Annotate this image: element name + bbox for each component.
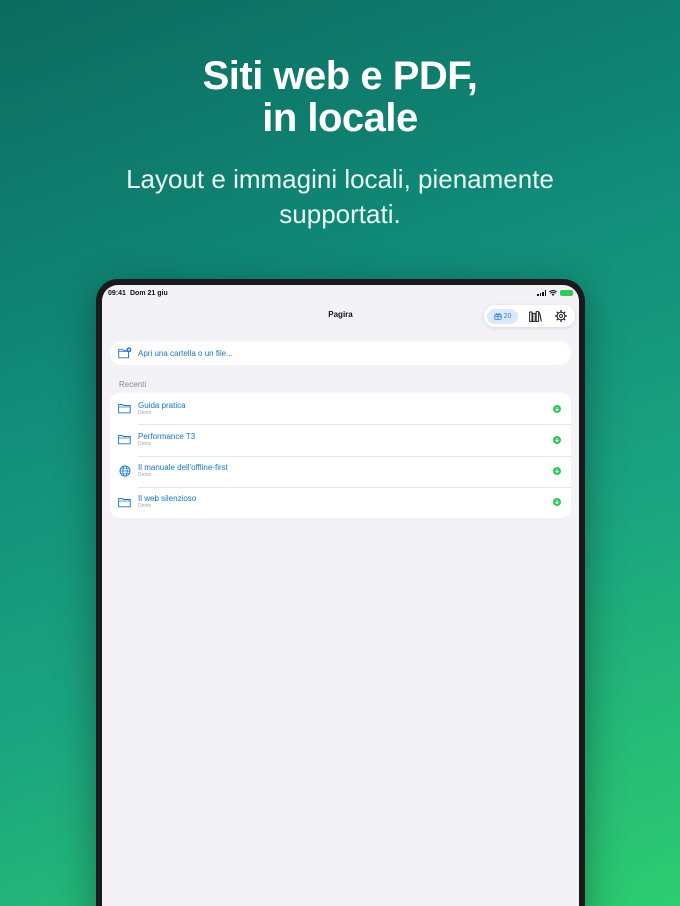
- hero-title-line-1: Siti web e PDF,: [202, 54, 478, 98]
- item-subtitle: Demo: [138, 503, 152, 510]
- hero-title-line-2: in locale: [262, 96, 418, 140]
- downloaded-icon: [553, 435, 561, 444]
- status-time: 09:41: [108, 290, 126, 297]
- hero-subtitle-line-2: supportati.: [279, 199, 401, 229]
- hero-title: Siti web e PDF, in locale: [0, 55, 680, 139]
- folder-icon: [118, 497, 131, 508]
- downloaded-icon: [553, 404, 561, 413]
- recents-section-label: Recenti: [119, 380, 147, 389]
- downloaded-icon: [553, 467, 561, 476]
- folder-icon: [118, 434, 131, 445]
- open-row-label: Apri una cartella o un file...: [138, 348, 233, 358]
- status-date: Dom 21 giu: [130, 290, 168, 297]
- downloaded-icon: [553, 498, 561, 507]
- item-subtitle: Demo: [138, 472, 152, 479]
- toolbar-actions: 20: [484, 305, 575, 327]
- item-title: Performance T3: [138, 431, 196, 441]
- item-title: Guida pratica: [138, 400, 186, 410]
- list-item[interactable]: Performance T3 Demo: [110, 424, 571, 455]
- item-subtitle: Demo: [138, 409, 152, 416]
- app-screen: 09:41 Dom 21 giu Pagira 20 Apri una cart…: [102, 285, 579, 906]
- hero-subtitle: Layout e immagini locali, pienamente sup…: [0, 162, 680, 232]
- open-folder-or-file-button[interactable]: Apri una cartella o un file...: [110, 341, 571, 365]
- globe-icon: [118, 465, 131, 477]
- navigation-bar: Pagira 20: [102, 301, 579, 335]
- library-button[interactable]: [526, 307, 544, 325]
- status-indicators: [537, 290, 573, 296]
- status-bar: 09:41 Dom 21 giu: [102, 287, 579, 301]
- list-item[interactable]: Il manuale dell'offline-first Demo: [110, 455, 571, 487]
- battery-icon: [560, 290, 573, 296]
- folder-icon: [118, 403, 131, 414]
- wifi-icon: [549, 290, 557, 296]
- hero-subtitle-line-1: Layout e immagini locali, pienamente: [126, 164, 554, 194]
- item-title: Il web silenzioso: [138, 494, 197, 504]
- tablet-frame: 09:41 Dom 21 giu Pagira 20 Apri una cart…: [96, 279, 585, 906]
- signal-icon: [537, 290, 546, 296]
- item-subtitle: Demo: [138, 440, 152, 447]
- item-title: Il manuale dell'offline-first: [138, 463, 228, 473]
- gear-icon: [555, 310, 567, 322]
- list-item[interactable]: Il web silenzioso Demo: [110, 486, 571, 518]
- gift-badge-button[interactable]: 20: [487, 308, 518, 324]
- gift-badge-count: 20: [503, 312, 512, 320]
- settings-button[interactable]: [552, 307, 570, 325]
- folder-add-icon: [118, 347, 132, 359]
- list-item[interactable]: Guida pratica Demo: [110, 393, 571, 424]
- library-icon: [528, 310, 542, 322]
- recents-list: Guida pratica Demo Performance T3 Demo I…: [110, 393, 571, 518]
- gift-icon: [493, 313, 502, 320]
